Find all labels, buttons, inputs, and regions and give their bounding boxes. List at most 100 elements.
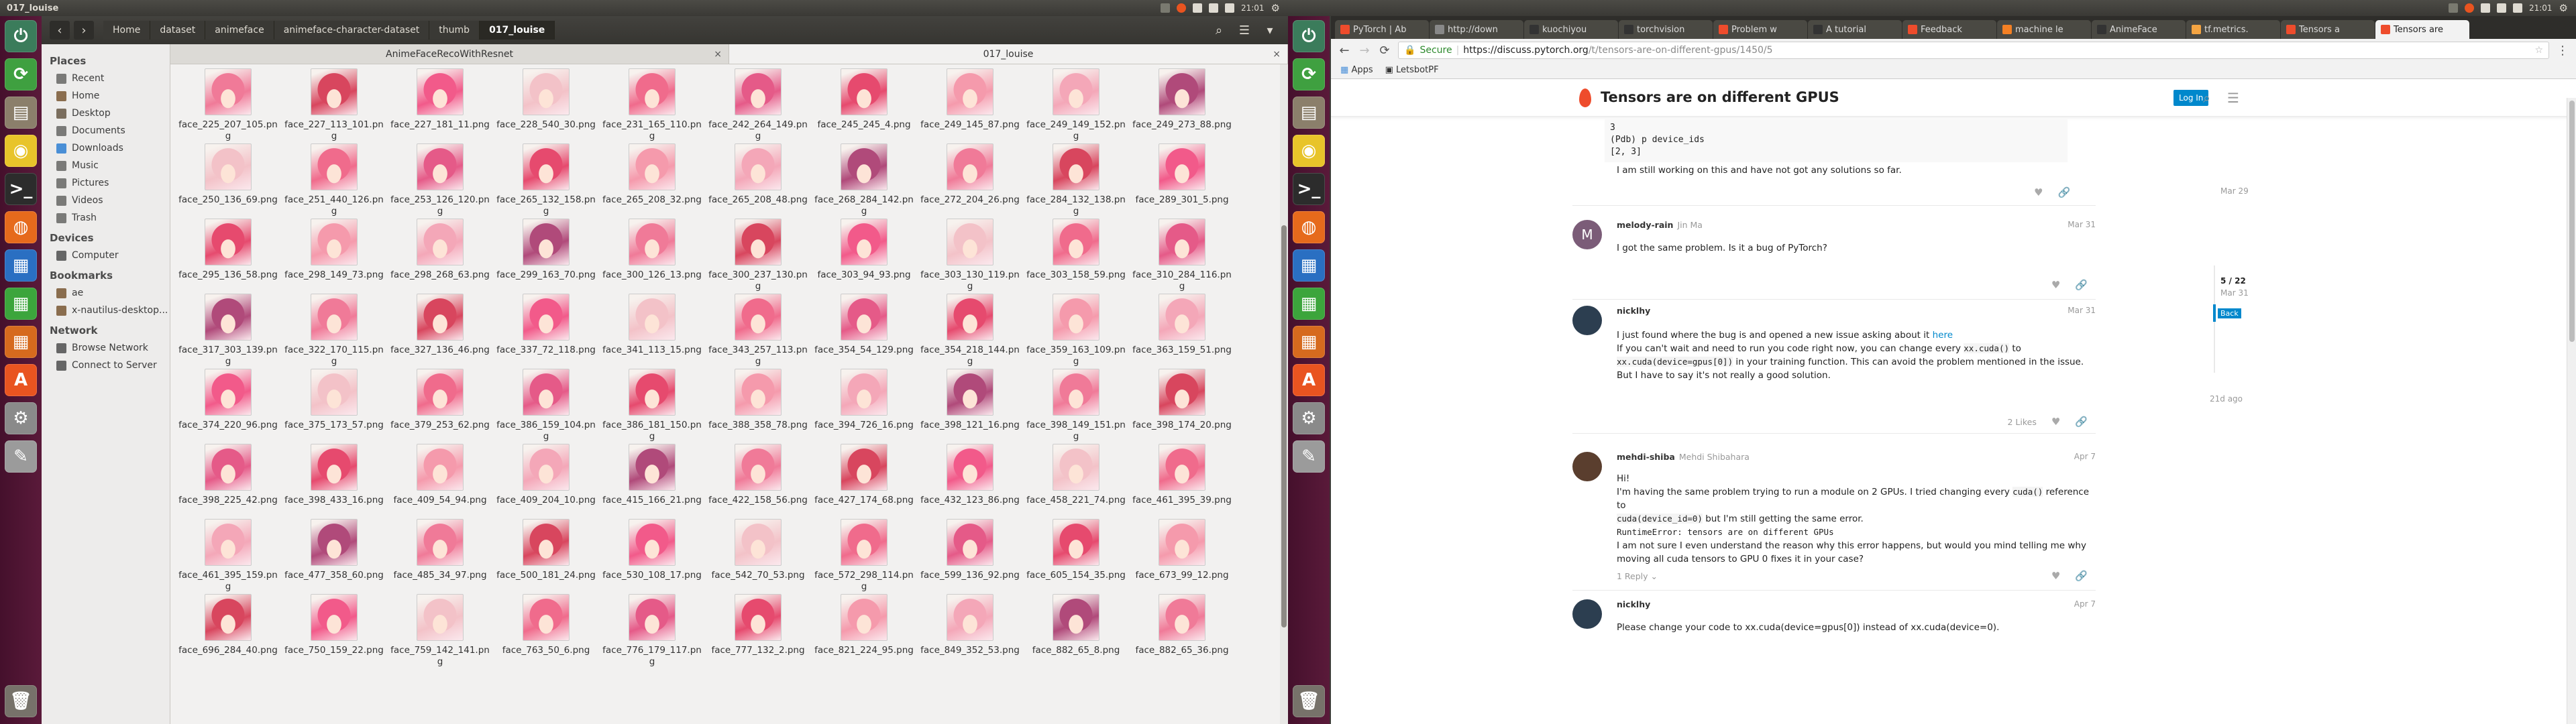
file-item[interactable]: face_265_132_158.png [494, 143, 598, 217]
file-item[interactable]: face_363_159_51.png [1130, 294, 1234, 356]
reload-icon[interactable]: ⟳ [1378, 44, 1391, 58]
network-icon[interactable] [2480, 3, 2490, 13]
forward-arrow-icon[interactable]: → [1358, 44, 1371, 58]
file-item[interactable]: face_322_170_115.png [282, 294, 386, 367]
file-item[interactable]: face_303_94_93.png [812, 219, 916, 281]
file-item[interactable]: face_530_108_17.png [600, 519, 704, 581]
browser-tab[interactable]: Tensors are [2375, 20, 2469, 39]
post-username[interactable]: nicklhy [1617, 599, 1650, 609]
file-item[interactable]: face_409_204_10.png [494, 444, 598, 506]
link-icon[interactable]: 🔗 [2075, 416, 2088, 428]
sidebar-item-desktop[interactable]: Desktop [42, 105, 170, 122]
file-item[interactable]: face_231_165_110.png [600, 68, 704, 142]
browser-tab[interactable]: PyTorch | Ab [1335, 20, 1429, 39]
file-item[interactable]: face_763_50_6.png [494, 594, 598, 656]
breadcrumb-item[interactable]: dataset [150, 21, 206, 40]
file-item[interactable]: face_599_136_92.png [918, 519, 1022, 581]
file-item[interactable]: face_327_136_46.png [388, 294, 492, 356]
file-item[interactable]: face_310_284_116.png [1130, 219, 1234, 292]
file-item[interactable]: face_477_358_60.png [282, 519, 386, 581]
dropbox-icon[interactable] [1160, 3, 1170, 13]
search-icon[interactable]: ⌕ [2203, 90, 2210, 106]
timeline-back-button[interactable]: Back [2218, 308, 2241, 318]
appstore-icon[interactable]: A [5, 364, 37, 396]
file-item[interactable]: face_398_149_151.png [1024, 369, 1128, 442]
kebab-menu-icon[interactable]: ⋮ [2556, 44, 2569, 58]
avatar[interactable] [1572, 306, 1602, 335]
heart-icon[interactable]: ♥ [2034, 186, 2043, 198]
file-item[interactable]: face_398_174_20.png [1130, 369, 1234, 431]
file-item[interactable]: face_386_181_150.png [600, 369, 704, 442]
file-item[interactable]: face_849_352_53.png [918, 594, 1022, 656]
file-item[interactable]: face_228_540_30.png [494, 68, 598, 131]
file-item[interactable]: face_427_174_68.png [812, 444, 916, 506]
timeline-handle[interactable] [2213, 304, 2216, 322]
scrollbar-thumb[interactable] [1281, 225, 1287, 627]
link-icon[interactable]: 🔗 [2075, 570, 2088, 582]
scrollbar[interactable] [1280, 64, 1288, 724]
breadcrumb-item[interactable]: animeface-character-dataset [274, 21, 430, 40]
file-item[interactable]: face_398_121_16.png [918, 369, 1022, 431]
update-notify-icon[interactable] [2464, 3, 2474, 13]
terminal-icon[interactable]: >_ [5, 173, 37, 205]
close-icon[interactable]: × [1273, 49, 1281, 60]
file-item[interactable]: face_341_113_15.png [600, 294, 704, 356]
browser-tab[interactable]: torchvision [1619, 20, 1713, 39]
post-username[interactable]: nicklhy [1617, 306, 1650, 316]
file-item[interactable]: face_300_126_13.png [600, 219, 704, 281]
file-item[interactable]: face_250_136_69.png [176, 143, 280, 206]
sidebar-item-music[interactable]: Music [42, 157, 170, 174]
heart-icon[interactable]: ♥ [2051, 416, 2060, 428]
sidebar-item-pictures[interactable]: Pictures [42, 174, 170, 192]
timeline-end-date[interactable]: 21d ago [2210, 394, 2243, 404]
menu-icon[interactable]: ▾ [1258, 21, 1281, 40]
post-date[interactable]: Apr 7 [2074, 452, 2096, 461]
file-item[interactable]: face_251_440_126.png [282, 143, 386, 217]
file-item[interactable]: face_303_158_59.png [1024, 219, 1128, 281]
close-icon[interactable]: × [714, 49, 722, 60]
file-item[interactable]: face_375_173_57.png [282, 369, 386, 431]
dropbox-icon[interactable] [2448, 3, 2458, 13]
writer-icon[interactable]: ▦ [5, 249, 37, 282]
breadcrumb-item[interactable]: animeface [205, 21, 274, 40]
hamburger-menu-icon[interactable]: ☰ [2227, 90, 2239, 106]
impress-icon[interactable]: ▦ [5, 326, 37, 358]
file-item[interactable]: face_298_149_73.png [282, 219, 386, 281]
file-item[interactable]: face_354_218_144.png [918, 294, 1022, 367]
file-item[interactable]: face_542_70_53.png [706, 519, 810, 581]
breadcrumb-item[interactable]: 017_louise [480, 21, 555, 40]
url-field[interactable]: 🔒 Secure | https://discuss.pytorch.org/t… [1398, 42, 2549, 59]
browser-tab[interactable]: tf.metrics. [2186, 20, 2280, 39]
post-date[interactable]: Apr 7 [2074, 599, 2096, 609]
file-item[interactable]: face_605_154_35.png [1024, 519, 1128, 581]
sidebar-item-videos[interactable]: Videos [42, 192, 170, 209]
firefox-icon[interactable]: ◍ [5, 211, 37, 243]
file-item[interactable]: face_249_149_152.png [1024, 68, 1128, 142]
view-list-icon[interactable]: ☰ [1233, 21, 1256, 40]
files-icon[interactable]: ▤ [5, 97, 37, 129]
file-item[interactable]: face_432_123_86.png [918, 444, 1022, 506]
link-icon[interactable]: 🔗 [2057, 186, 2070, 198]
post-fullname[interactable]: Jin Ma [1677, 220, 1703, 230]
trash-icon[interactable]: 🗑 [5, 685, 37, 717]
replies-toggle[interactable]: 1 Reply ⌄ [1617, 571, 1658, 581]
update-icon[interactable]: ⟳ [5, 58, 37, 90]
system-icon[interactable]: ⏻ [5, 20, 37, 52]
settings-icon[interactable]: ⚙ [5, 402, 37, 434]
file-item[interactable]: face_245_245_4.png [812, 68, 916, 131]
file-item[interactable]: face_750_159_22.png [282, 594, 386, 656]
breadcrumb-item[interactable]: Home [103, 21, 151, 40]
sidebar-item-computer[interactable]: Computer [42, 247, 170, 264]
file-item[interactable]: face_227_181_11.png [388, 68, 492, 131]
browser-tab[interactable]: Problem w [1713, 20, 1807, 39]
file-item[interactable]: face_759_142_141.png [388, 594, 492, 668]
file-item[interactable]: face_821_224_95.png [812, 594, 916, 656]
file-item[interactable]: face_882_65_8.png [1024, 594, 1128, 656]
file-item[interactable]: face_354_54_129.png [812, 294, 916, 356]
sidebar-item-documents[interactable]: Documents [42, 122, 170, 139]
file-item[interactable]: face_253_126_120.png [388, 143, 492, 217]
file-item[interactable]: face_500_181_24.png [494, 519, 598, 581]
file-item[interactable]: face_388_358_78.png [706, 369, 810, 431]
avatar[interactable] [1572, 452, 1602, 481]
keyboard-icon[interactable] [1208, 3, 1218, 13]
